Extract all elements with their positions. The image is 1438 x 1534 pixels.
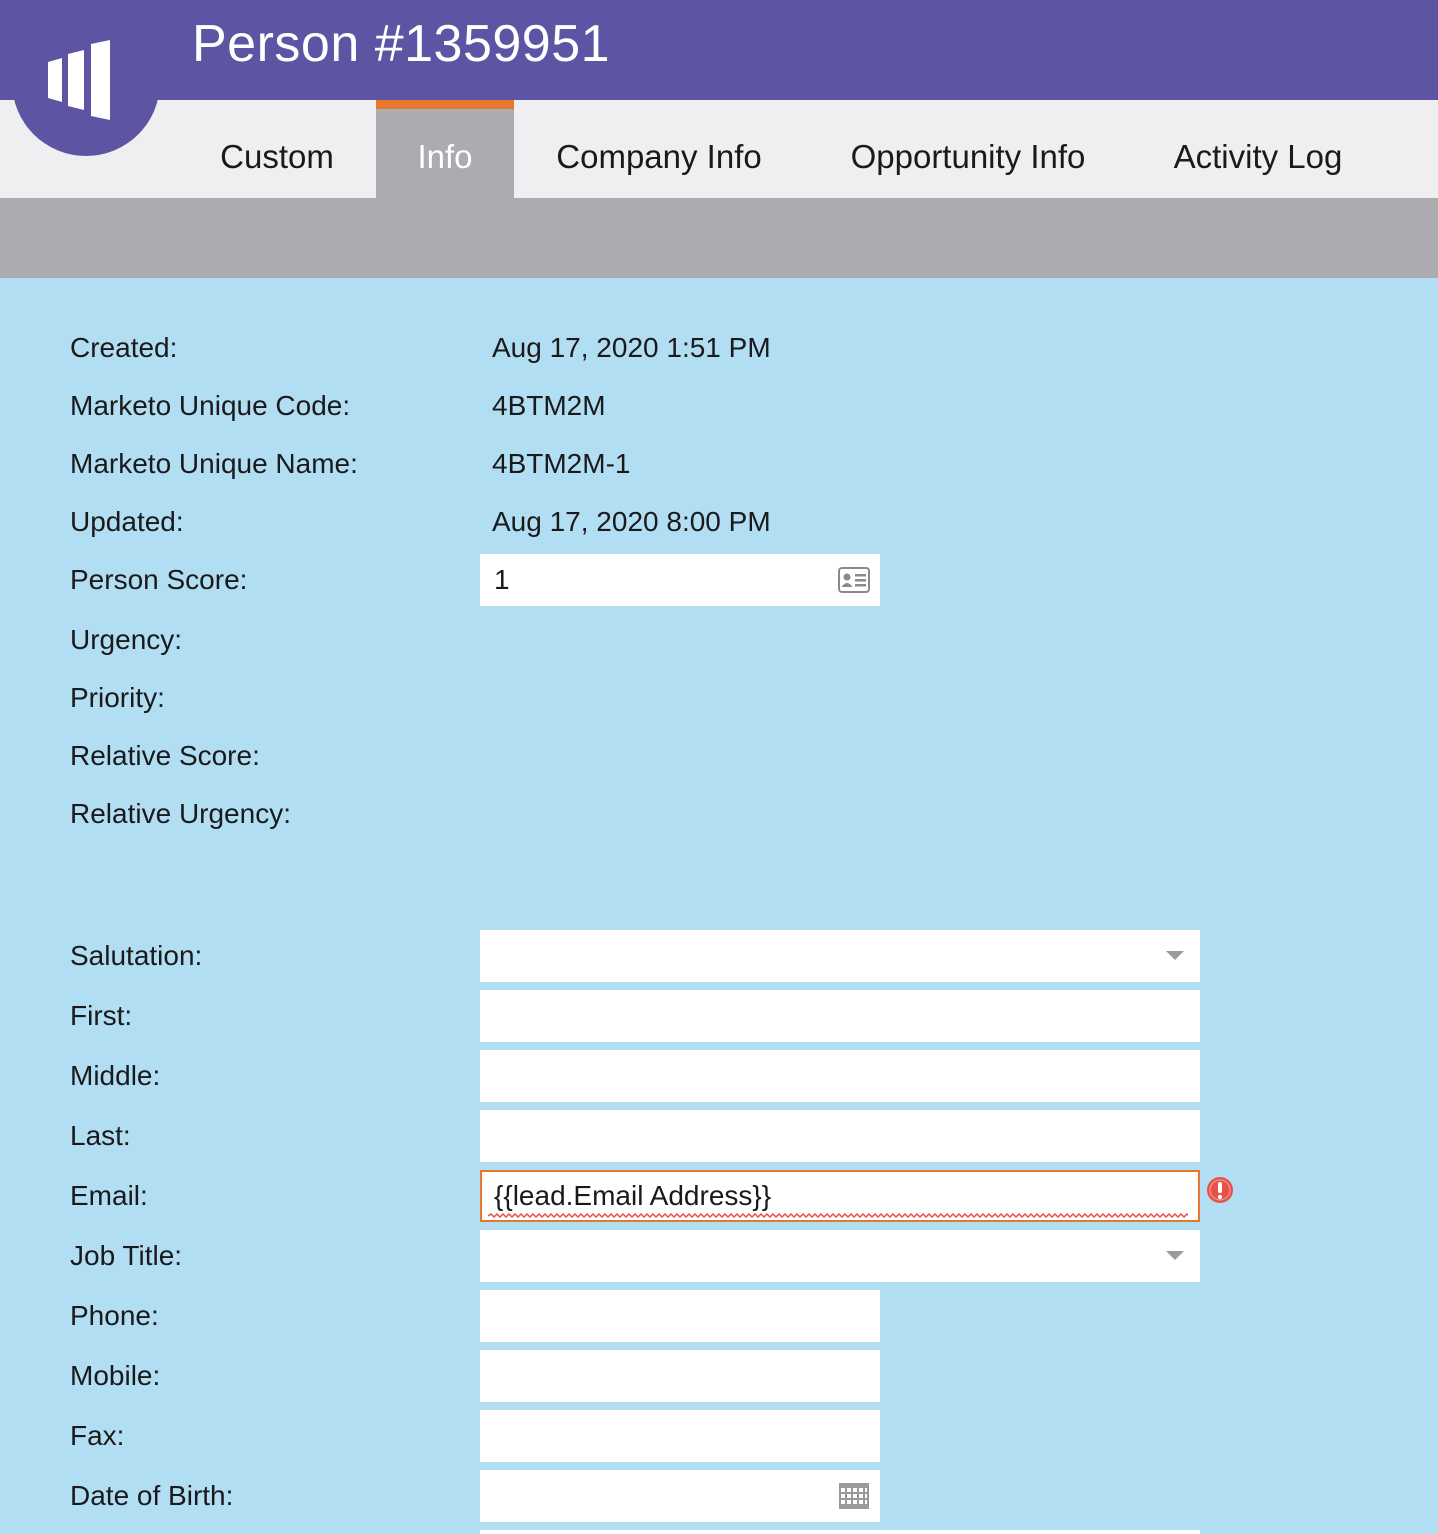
calendar-icon[interactable] [838,1482,870,1510]
unique-name-label: Marketo Unique Name: [70,448,358,479]
urgency-label: Urgency: [70,624,183,655]
created-label: Created: [70,332,178,363]
relative-urgency-label: Relative Urgency: [70,798,291,829]
fax-input[interactable] [480,1410,880,1462]
last-label: Last: [70,1120,131,1151]
unique-name-value: 4BTM2M-1 [492,448,631,479]
email-input[interactable]: {{lead.Email Address}} [480,1170,1200,1222]
person-score-value: 1 [494,564,510,595]
job-title-label: Job Title: [70,1240,183,1271]
header-bar: Person #1359951 [0,0,1438,100]
job-title-select[interactable] [480,1230,1200,1282]
chevron-down-icon[interactable] [1166,1251,1184,1260]
email-value: {{lead.Email Address}} [494,1180,772,1211]
tab-info[interactable]: Info [376,100,514,198]
unique-code-label: Marketo Unique Code: [70,390,351,421]
updated-value: Aug 17, 2020 8:00 PM [492,506,771,537]
relative-score-label: Relative Score: [70,740,260,771]
marketo-logo-icon[interactable] [12,0,160,156]
middle-name-input[interactable] [480,1050,1200,1102]
salutation-label: Salutation: [70,940,203,971]
tab-opportunity-info[interactable]: Opportunity Info [830,100,1106,198]
next-field-input[interactable] [480,1530,1200,1534]
tab-company-info[interactable]: Company Info [540,100,778,198]
person-score-label: Person Score: [70,564,248,595]
person-score-field[interactable]: 1 [480,554,880,606]
chevron-down-icon[interactable] [1166,951,1184,960]
middle-label: Middle: [70,1060,161,1091]
last-name-input[interactable] [480,1110,1200,1162]
phone-input[interactable] [480,1290,880,1342]
updated-label: Updated: [70,506,184,537]
tab-custom[interactable]: Custom [196,100,358,198]
salutation-select[interactable] [480,930,1200,982]
unique-code-value: 4BTM2M [492,390,606,421]
created-value: Aug 17, 2020 1:51 PM [492,332,771,363]
id-card-icon[interactable] [838,566,870,594]
dob-label: Date of Birth: [70,1480,234,1511]
tab-activity-log[interactable]: Activity Log [1160,100,1356,198]
email-label: Email: [70,1180,148,1211]
toolbar [0,198,1438,278]
spellcheck-underline [488,1213,1188,1218]
phone-label: Phone: [70,1300,159,1331]
page-title: Person #1359951 [192,15,611,73]
fax-label: Fax: [70,1420,125,1451]
first-name-input[interactable] [480,990,1200,1042]
priority-label: Priority: [70,682,165,713]
mobile-input[interactable] [480,1350,880,1402]
dob-input[interactable] [480,1470,880,1522]
mobile-label: Mobile: [70,1360,161,1391]
first-label: First: [70,1000,133,1031]
exclamation-circle-icon [1207,1177,1233,1203]
